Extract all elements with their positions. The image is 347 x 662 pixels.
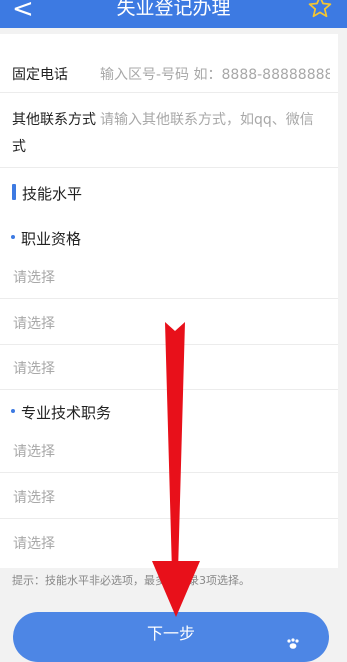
- technical-post-title: 专业技术职务: [21, 404, 112, 422]
- technical-post-select-3[interactable]: 请选择: [13, 533, 55, 553]
- other-contact-label: 其他联系方式: [12, 112, 96, 128]
- bullet-dot: [11, 235, 15, 239]
- qualification-select-2[interactable]: 请选择: [13, 313, 55, 333]
- divider: [0, 389, 338, 390]
- phone-input[interactable]: 输入区号-号码 如：8888-88888888: [100, 64, 330, 84]
- bullet-dot: [11, 409, 15, 413]
- divider: [0, 518, 338, 519]
- next-step-button[interactable]: 下一步: [13, 612, 329, 662]
- app-header: < 失业登记办理: [0, 0, 347, 28]
- qualification-select-3[interactable]: 请选择: [13, 358, 55, 378]
- technical-post-select-1[interactable]: 请选择: [13, 441, 55, 461]
- star-outline-icon[interactable]: [307, 0, 333, 20]
- divider: [0, 92, 338, 93]
- qualification-select-1[interactable]: 请选择: [13, 267, 55, 287]
- divider: [0, 472, 338, 473]
- other-contact-input[interactable]: 请输入其他联系方式，如qq、微信: [100, 109, 330, 129]
- phone-row[interactable]: 固定电话 输入区号-号码 如：8888-88888888: [0, 56, 338, 92]
- divider: [0, 298, 338, 299]
- other-contact-row[interactable]: 其他联系方式 请输入其他联系方式，如qq、微信 式: [0, 100, 338, 164]
- divider: [0, 167, 338, 168]
- divider: [0, 344, 338, 345]
- other-contact-label-wrap: 式: [12, 139, 26, 155]
- skills-section-title: 技能水平: [22, 185, 83, 203]
- section-marker: [12, 184, 16, 200]
- qualification-title: 职业资格: [21, 230, 82, 248]
- hint-text: 提示：技能水平非必选项，最多将记录3项选择。: [12, 574, 250, 587]
- technical-post-select-2[interactable]: 请选择: [13, 487, 55, 507]
- paw-icon: [287, 638, 299, 649]
- page-title: 失业登记办理: [116, 0, 231, 19]
- phone-label: 固定电话: [12, 67, 68, 83]
